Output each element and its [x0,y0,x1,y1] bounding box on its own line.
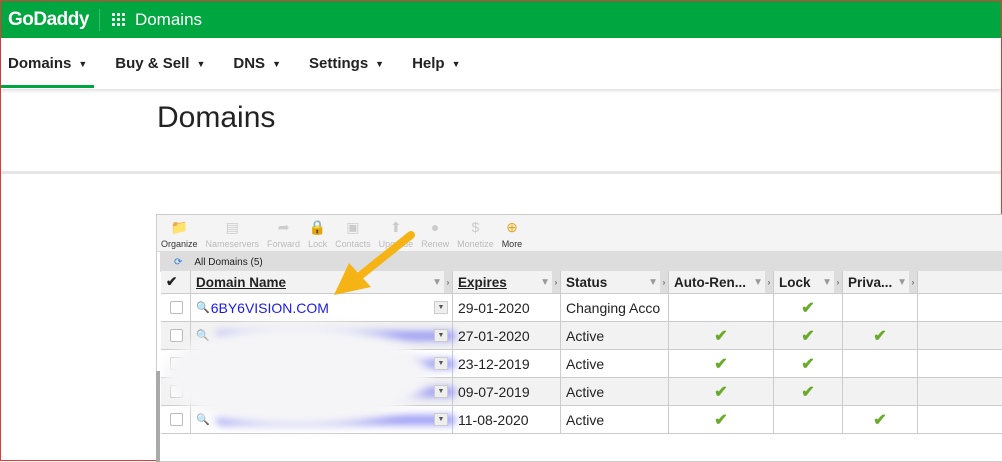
annotation-arrow [334,231,415,295]
arrow-shaft [352,231,415,283]
